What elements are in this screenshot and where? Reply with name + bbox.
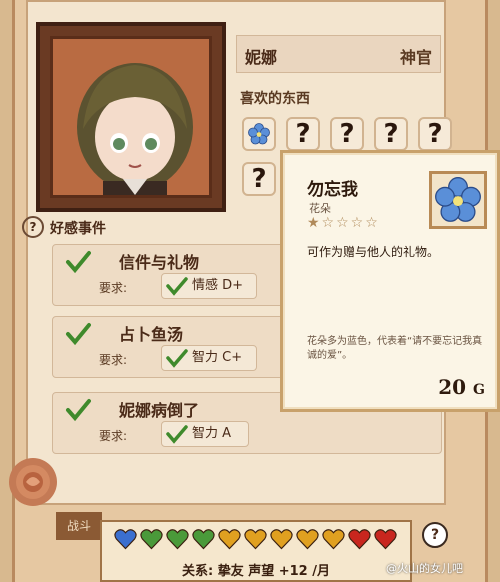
event-req-label: 要求: <box>99 353 128 367</box>
event-req-label: 要求: <box>99 281 128 295</box>
watermark-text: @火山的女儿吧 <box>386 562 463 575</box>
checkmark-icon <box>166 277 188 296</box>
item-flavor-text: 花朵多为蓝色，代表着“请不要忘记我真诚的爱”。 <box>307 336 483 361</box>
character-name-row: 妮娜 神官 <box>236 35 441 73</box>
heart-icon <box>374 529 397 550</box>
heart-icon <box>322 529 345 550</box>
like-slot-unknown[interactable]: ? <box>374 117 408 151</box>
forget-me-not-icon <box>435 177 481 222</box>
heart-icon <box>140 529 163 550</box>
checkmark-icon <box>166 425 188 444</box>
requirement-tag: 智力 A <box>161 421 249 447</box>
requirement-tag: 智力 C+ <box>161 345 257 371</box>
heart-icon <box>348 529 371 550</box>
item-rating-stars: ★☆☆☆☆ <box>307 215 380 231</box>
price-currency: G <box>473 382 485 398</box>
event-title: 妮娜病倒了 <box>119 401 200 420</box>
character-name: 妮娜 <box>245 48 278 67</box>
heart-icon <box>166 529 189 550</box>
heart-icon <box>270 529 293 550</box>
checkmark-icon <box>66 251 91 274</box>
character-avatar-illustration <box>77 63 193 195</box>
like-slot-unknown[interactable]: ? <box>418 117 452 151</box>
heart-icon <box>218 529 241 550</box>
heart-icon <box>244 529 267 550</box>
item-tooltip: 勿忘我 花朵 ★☆☆☆☆ 可作为赠与他人的礼物。 花朵多为蓝色，代表着“请不要忘… <box>280 150 500 412</box>
help-button[interactable]: ? <box>422 522 448 548</box>
relation-status: 关系: 挚友 声望 +12 /月 <box>181 564 331 579</box>
forget-me-not-icon <box>248 123 270 145</box>
requirement-text: 情感 D+ <box>192 278 244 293</box>
character-portrait <box>50 36 212 198</box>
likes-title: 喜欢的东西 <box>240 91 310 107</box>
like-slot-flower[interactable] <box>242 117 276 151</box>
checkmark-icon <box>66 323 91 346</box>
heart-icon <box>192 529 215 550</box>
item-description: 可作为赠与他人的礼物。 <box>307 245 440 259</box>
tab-battle[interactable]: 战斗 <box>56 512 102 540</box>
event-title: 信件与礼物 <box>119 253 200 272</box>
like-slot-unknown[interactable]: ? <box>286 117 320 151</box>
help-icon[interactable]: ? <box>22 216 44 238</box>
price-value: 20 <box>438 375 467 399</box>
character-portrait-frame <box>36 22 226 212</box>
item-price: 20 G <box>438 375 485 399</box>
requirement-text: 智力 A <box>192 426 232 441</box>
favor-events-title: 好感事件 <box>50 221 106 237</box>
affection-hearts <box>114 528 397 550</box>
requirement-tag: 情感 D+ <box>161 273 257 299</box>
requirement-text: 智力 C+ <box>192 350 243 365</box>
like-slot-unknown[interactable]: ? <box>330 117 364 151</box>
heart-icon <box>296 529 319 550</box>
relationship-bar: 关系: 挚友 声望 +12 /月 <box>100 520 412 582</box>
heart-icon <box>114 529 137 550</box>
checkmark-icon <box>166 349 188 368</box>
item-category: 花朵 <box>309 202 331 215</box>
item-name: 勿忘我 <box>307 180 358 200</box>
checkmark-icon <box>66 399 91 422</box>
character-class: 神官 <box>399 48 432 67</box>
event-title: 占卜鱼汤 <box>119 325 184 344</box>
like-slot-unknown[interactable]: ? <box>242 162 276 196</box>
event-req-label: 要求: <box>99 429 128 443</box>
rose-emblem-icon <box>9 458 57 506</box>
item-icon-frame <box>429 171 487 229</box>
